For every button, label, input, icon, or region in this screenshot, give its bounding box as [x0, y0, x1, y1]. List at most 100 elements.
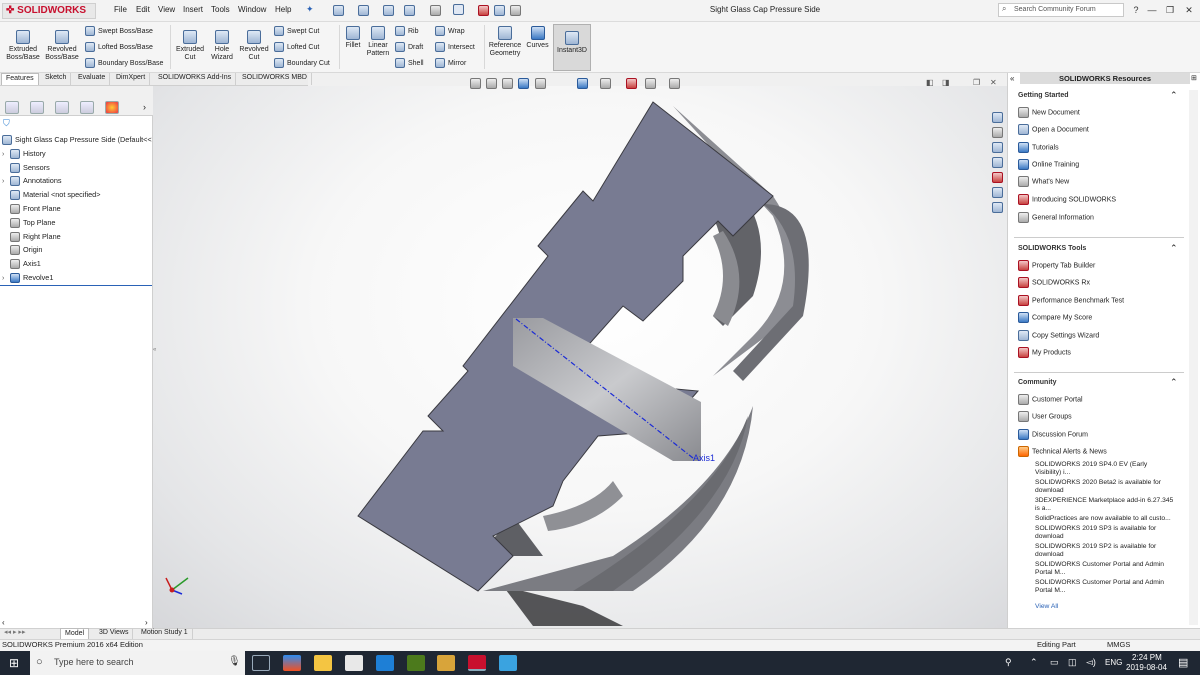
view-settings-icon[interactable] — [669, 78, 680, 89]
section-sw-tools[interactable]: SOLIDWORKS Tools — [1018, 245, 1086, 252]
section-view-icon[interactable] — [518, 78, 529, 89]
news-item[interactable]: SOLIDWORKS 2019 SP3 is available for dow… — [1035, 525, 1175, 541]
view-palette-icon[interactable] — [992, 157, 1003, 168]
tab-features[interactable]: Features — [1, 73, 39, 85]
viewport-maximize-icon[interactable]: ❐ — [973, 78, 980, 87]
new-doc-icon[interactable] — [333, 5, 344, 16]
battery-icon[interactable]: ▭ — [1050, 657, 1059, 668]
link-customer-portal[interactable]: Customer Portal — [1018, 394, 1083, 405]
curves-button[interactable]: Curves — [525, 26, 550, 50]
tab-dimxpert[interactable]: DimXpert — [112, 73, 151, 85]
link-copy-settings[interactable]: Copy Settings Wizard — [1018, 330, 1099, 341]
tree-item-axis1[interactable]: Axis1 — [2, 258, 41, 271]
store-icon[interactable] — [283, 655, 301, 671]
news-item[interactable]: SolidPractices are now available to all … — [1035, 515, 1175, 523]
dimxpert-manager-icon[interactable] — [80, 101, 94, 114]
section-getting-started[interactable]: Getting Started — [1018, 92, 1069, 99]
tray-chevron-icon[interactable]: ⌃ — [1030, 657, 1038, 668]
filter-icon[interactable]: ⛉ — [3, 118, 10, 129]
link-user-groups[interactable]: User Groups — [1018, 411, 1072, 422]
tree-item-right-plane[interactable]: Right Plane — [2, 231, 61, 244]
clock-date[interactable]: 2019-08-04 — [1126, 663, 1167, 672]
reference-geometry-button[interactable]: Reference Geometry — [486, 26, 524, 58]
network-icon[interactable]: ◫ — [1068, 657, 1077, 668]
scene-icon[interactable] — [645, 78, 656, 89]
language-indicator[interactable]: ENG — [1105, 658, 1122, 667]
clock-time[interactable]: 2:24 PM — [1132, 653, 1162, 662]
save-icon[interactable] — [383, 5, 394, 16]
appearances-icon[interactable] — [992, 172, 1003, 183]
task-pane-scrollbar[interactable] — [1189, 90, 1198, 625]
fillet-button[interactable]: Fillet — [342, 26, 364, 50]
dreamweaver-icon[interactable] — [407, 655, 425, 671]
solidworks-logo[interactable]: ✜ SOLIDWORKS — [2, 3, 96, 19]
news-item[interactable]: SOLIDWORKS 2020 Beta2 is available for d… — [1035, 479, 1175, 495]
tree-item-revolve1[interactable]: › Revolve1 — [2, 272, 53, 285]
link-general-information[interactable]: General Information — [1018, 212, 1094, 223]
app-icon[interactable] — [437, 655, 455, 671]
viewport-restore-icon[interactable]: ◧ — [926, 78, 934, 87]
close-button[interactable]: ✕ — [1182, 3, 1196, 17]
lofted-boss-button[interactable]: Lofted Boss/Base — [85, 42, 153, 52]
zoom-to-fit-icon[interactable] — [470, 78, 481, 89]
hole-wizard-button[interactable]: Hole Wizard — [207, 30, 237, 62]
boundary-boss-button[interactable]: Boundary Boss/Base — [85, 58, 163, 68]
collapse-icon[interactable]: ⌃ — [1170, 377, 1178, 388]
minimize-button[interactable]: — — [1145, 3, 1159, 17]
taskbar-search-input[interactable]: Type here to search — [30, 651, 245, 675]
revolved-boss-button[interactable]: Revolved Boss/Base — [44, 30, 80, 62]
link-technical-alerts[interactable]: Technical Alerts & News — [1018, 446, 1107, 457]
view-orientation-icon[interactable] — [577, 78, 588, 89]
revolved-cut-button[interactable]: Revolved Cut — [238, 30, 270, 62]
expand-icon[interactable]: › — [2, 176, 10, 188]
pin-task-pane-icon[interactable]: ⊞ — [1191, 74, 1197, 82]
instant3d-button[interactable]: Instant3D — [553, 24, 591, 71]
print-icon[interactable] — [404, 5, 415, 16]
draft-button[interactable]: Draft — [395, 42, 423, 52]
collapse-icon[interactable]: ⌃ — [1170, 90, 1178, 101]
news-item[interactable]: 3DEXPERIENCE Marketplace add-in 6.27.345… — [1035, 497, 1175, 513]
windows-start-icon[interactable]: ⊞ — [9, 656, 19, 670]
link-tutorials[interactable]: Tutorials — [1018, 142, 1059, 153]
task-view-icon[interactable] — [252, 655, 270, 671]
mirror-button[interactable]: Mirror — [435, 58, 466, 68]
status-units[interactable]: MMGS — [1107, 640, 1130, 649]
news-item[interactable]: SOLIDWORKS 2019 SP4.0 EV (Early Visibili… — [1035, 461, 1175, 477]
view-all-link[interactable]: View All — [1035, 603, 1175, 611]
collapse-icon[interactable]: ⌃ — [1170, 243, 1178, 254]
custom-properties-icon[interactable] — [992, 187, 1003, 198]
home-icon[interactable] — [992, 112, 1003, 123]
viewport-tile-icon[interactable]: ◨ — [942, 78, 950, 87]
app-icon[interactable] — [499, 655, 517, 671]
file-properties-icon[interactable] — [494, 5, 505, 16]
expand-icon[interactable]: › — [2, 273, 10, 285]
tree-item-sensors[interactable]: Sensors — [2, 162, 50, 175]
swept-cut-button[interactable]: Swept Cut — [274, 26, 319, 36]
display-style-icon[interactable] — [600, 78, 611, 89]
dynamic-annotation-icon[interactable] — [535, 78, 546, 89]
menu-window[interactable]: Window — [238, 5, 266, 14]
tree-item-material[interactable]: Material <not specified> — [2, 189, 100, 202]
collapse-task-pane-icon[interactable]: « — [1010, 74, 1014, 83]
display-manager-icon[interactable] — [105, 101, 119, 114]
link-online-training[interactable]: Online Training — [1018, 159, 1079, 170]
link-compare-score[interactable]: Compare My Score — [1018, 312, 1092, 323]
maximize-button[interactable]: ❐ — [1163, 3, 1177, 17]
open-icon[interactable] — [358, 5, 369, 16]
news-item[interactable]: SOLIDWORKS Customer Portal and Admin Por… — [1035, 561, 1175, 577]
link-whats-new[interactable]: What's New — [1018, 176, 1069, 187]
news-item[interactable]: SOLIDWORKS Customer Portal and Admin Por… — [1035, 579, 1175, 595]
collapse-panel-icon[interactable]: « — [153, 347, 156, 353]
tab-scroll-arrows-icon[interactable]: ◂◂ ▸ ▸▸ — [4, 628, 25, 636]
wrap-button[interactable]: Wrap — [435, 26, 465, 36]
edge-icon[interactable] — [376, 655, 394, 671]
scroll-right-icon[interactable]: › — [145, 618, 148, 627]
action-center-icon[interactable]: ▤ — [1178, 656, 1188, 669]
options-gear-icon[interactable] — [510, 5, 521, 16]
menu-help[interactable]: Help — [275, 5, 291, 14]
link-property-tab-builder[interactable]: Property Tab Builder — [1018, 260, 1095, 271]
select-icon[interactable] — [453, 4, 464, 15]
design-library-icon[interactable] — [992, 127, 1003, 138]
shell-button[interactable]: Shell — [395, 58, 424, 68]
tree-item-origin[interactable]: Origin — [2, 244, 42, 257]
